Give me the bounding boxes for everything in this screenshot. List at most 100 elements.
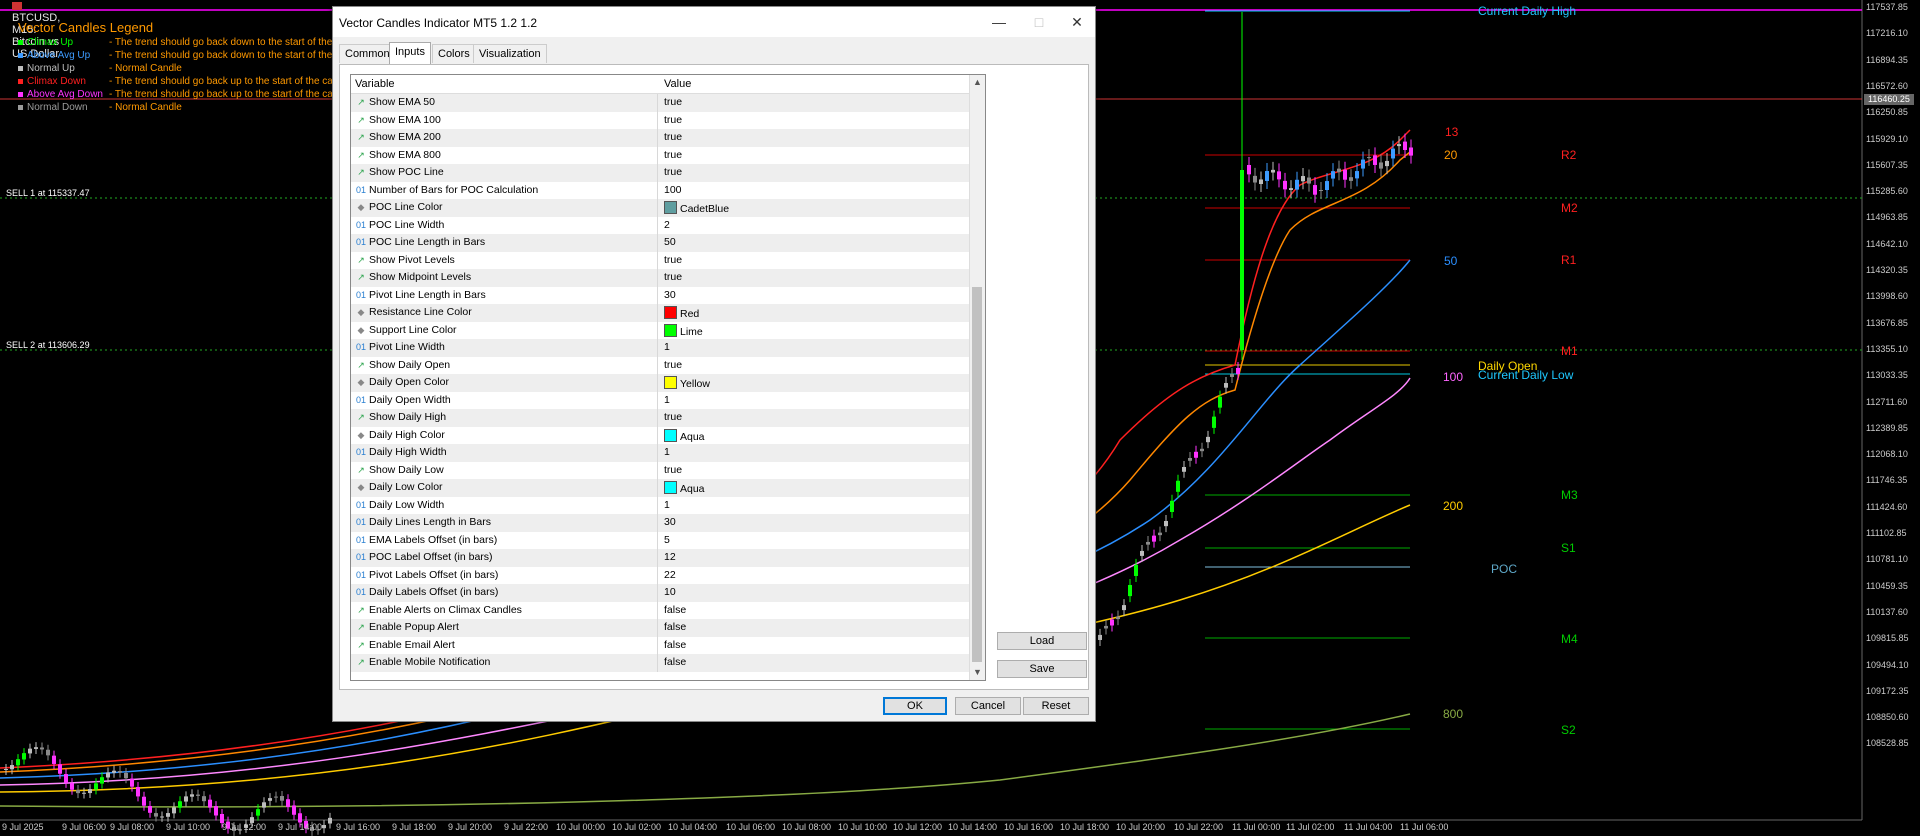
input-row[interactable]: ↗ Show Daily Open true	[351, 356, 969, 374]
maximize-icon[interactable]: □	[1029, 13, 1049, 31]
input-row[interactable]: 01 Pivot Line Length in Bars 30	[351, 286, 969, 304]
input-value[interactable]: 1	[664, 499, 670, 511]
input-value[interactable]: 30	[664, 516, 676, 528]
input-value[interactable]: true	[664, 114, 682, 126]
input-row[interactable]: 01 Daily Lines Length in Bars 30	[351, 514, 969, 532]
input-value[interactable]: true	[664, 166, 682, 178]
input-row[interactable]: 01 EMA Labels Offset (in bars) 5	[351, 531, 969, 549]
input-value[interactable]: 5	[664, 534, 670, 546]
input-value[interactable]: true	[664, 149, 682, 161]
input-row[interactable]: ◆ POC Line Color CadetBlue	[351, 199, 969, 217]
input-row[interactable]: 01 Daily Labels Offset (in bars) 10	[351, 584, 969, 602]
input-value[interactable]: 50	[664, 236, 676, 248]
input-value[interactable]: 10	[664, 586, 676, 598]
candle-body	[94, 783, 98, 790]
input-row[interactable]: 01 Pivot Labels Offset (in bars) 22	[351, 566, 969, 584]
input-value[interactable]: false	[664, 656, 686, 668]
input-value[interactable]: true	[664, 359, 682, 371]
input-row[interactable]: 01 Daily Open Width 1	[351, 391, 969, 409]
time-tick: 10 Jul 20:00	[1116, 822, 1166, 832]
input-value[interactable]: Lime	[664, 323, 703, 338]
input-row[interactable]: 01 POC Line Length in Bars 50	[351, 234, 969, 252]
input-row[interactable]: ↗ Show Pivot Levels true	[351, 251, 969, 269]
candle-body	[208, 799, 212, 808]
input-row[interactable]: ↗ Enable Mobile Notification false	[351, 654, 969, 672]
time-tick: 9 Jul 06:00	[62, 822, 107, 832]
input-value[interactable]: true	[664, 464, 682, 476]
input-value[interactable]: Aqua	[664, 428, 705, 443]
col-value-header[interactable]: Value	[664, 78, 691, 90]
input-row[interactable]: ↗ Show EMA 100 true	[351, 111, 969, 129]
input-value[interactable]: Red	[664, 306, 699, 320]
scroll-thumb[interactable]	[972, 287, 982, 662]
input-row[interactable]: ↗ Show Midpoint Levels true	[351, 269, 969, 287]
dialog-titlebar[interactable]: Vector Candles Indicator MT5 1.2 1.2 — □…	[333, 7, 1095, 37]
input-row[interactable]: ↗ Show EMA 200 true	[351, 129, 969, 147]
candle-body	[46, 749, 50, 756]
save-button[interactable]: Save	[997, 660, 1087, 678]
input-row[interactable]: 01 POC Line Width 2	[351, 216, 969, 234]
input-value[interactable]: true	[664, 271, 682, 283]
input-value[interactable]: false	[664, 621, 686, 633]
candle-body	[1349, 177, 1353, 181]
tab-visualization[interactable]: Visualization	[473, 44, 547, 63]
input-row[interactable]: ↗ Enable Email Alert false	[351, 636, 969, 654]
input-row[interactable]: ↗ Show Daily Low true	[351, 461, 969, 479]
input-value[interactable]: 1	[664, 341, 670, 353]
int-param-icon: 01	[355, 517, 366, 527]
input-row[interactable]: ◆ Daily High Color Aqua	[351, 426, 969, 444]
input-row[interactable]: ↗ Show EMA 50 true	[351, 94, 969, 112]
scroll-down-icon[interactable]: ▼	[970, 665, 985, 680]
input-row[interactable]: 01 Number of Bars for POC Calculation 100	[351, 181, 969, 199]
input-row[interactable]: ◆ Resistance Line Color Red	[351, 304, 969, 322]
scroll-up-icon[interactable]: ▲	[970, 75, 985, 90]
input-value[interactable]: 2	[664, 219, 670, 231]
input-name: Pivot Line Width	[369, 341, 445, 353]
input-value[interactable]: false	[664, 604, 686, 616]
input-name: Show EMA 50	[369, 96, 435, 108]
input-row[interactable]: 01 Pivot Line Width 1	[351, 339, 969, 357]
input-value[interactable]: 22	[664, 569, 676, 581]
input-row[interactable]: ↗ Enable Popup Alert false	[351, 619, 969, 637]
input-row[interactable]: ↗ Show POC Line true	[351, 164, 969, 182]
close-icon[interactable]: ✕	[1067, 13, 1087, 31]
input-value[interactable]: true	[664, 131, 682, 143]
input-value[interactable]: false	[664, 639, 686, 651]
tab-common[interactable]: Common	[339, 44, 396, 63]
tab-inputs[interactable]: Inputs	[389, 42, 431, 64]
ok-button[interactable]: OK	[883, 697, 947, 715]
input-value[interactable]: true	[664, 411, 682, 423]
input-value[interactable]: Aqua	[664, 481, 705, 495]
reset-button[interactable]: Reset	[1023, 697, 1089, 715]
col-variable-header[interactable]: Variable	[355, 78, 395, 90]
input-value[interactable]: 1	[664, 394, 670, 406]
input-row[interactable]: 01 POC Label Offset (in bars) 12	[351, 549, 969, 567]
input-value[interactable]: CadetBlue	[664, 201, 729, 215]
minimize-icon[interactable]: —	[989, 13, 1009, 31]
input-row[interactable]: ◆ Support Line Color Lime	[351, 321, 969, 339]
legend-swatch-icon	[18, 39, 23, 45]
input-value[interactable]: 100	[664, 184, 682, 196]
input-value[interactable]: 1	[664, 446, 670, 458]
input-row[interactable]: 01 Daily High Width 1	[351, 444, 969, 462]
input-row[interactable]: 01 Daily Low Width 1	[351, 496, 969, 514]
candle-body	[1140, 550, 1144, 556]
input-value[interactable]: 12	[664, 551, 676, 563]
input-row[interactable]: ◆ Daily Low Color Aqua	[351, 479, 969, 497]
input-row[interactable]: ◆ Daily Open Color Yellow	[351, 374, 969, 392]
tab-colors[interactable]: Colors	[432, 44, 476, 63]
input-value[interactable]: true	[664, 254, 682, 266]
price-tick: 109815.85	[1866, 633, 1909, 644]
input-row[interactable]: ↗ Show Daily High true	[351, 409, 969, 427]
load-button[interactable]: Load	[997, 632, 1087, 650]
candle-body	[1146, 541, 1150, 545]
grid-scrollbar[interactable]: ▲ ▼	[969, 75, 985, 680]
bool-param-icon: ↗	[357, 639, 365, 650]
input-value[interactable]: 30	[664, 289, 676, 301]
candle-body	[1188, 457, 1192, 461]
input-row[interactable]: ↗ Show EMA 800 true	[351, 146, 969, 164]
input-value[interactable]: Yellow	[664, 376, 710, 390]
cancel-button[interactable]: Cancel	[955, 697, 1021, 715]
input-row[interactable]: ↗ Enable Alerts on Climax Candles false	[351, 601, 969, 619]
input-value[interactable]: true	[664, 96, 682, 108]
